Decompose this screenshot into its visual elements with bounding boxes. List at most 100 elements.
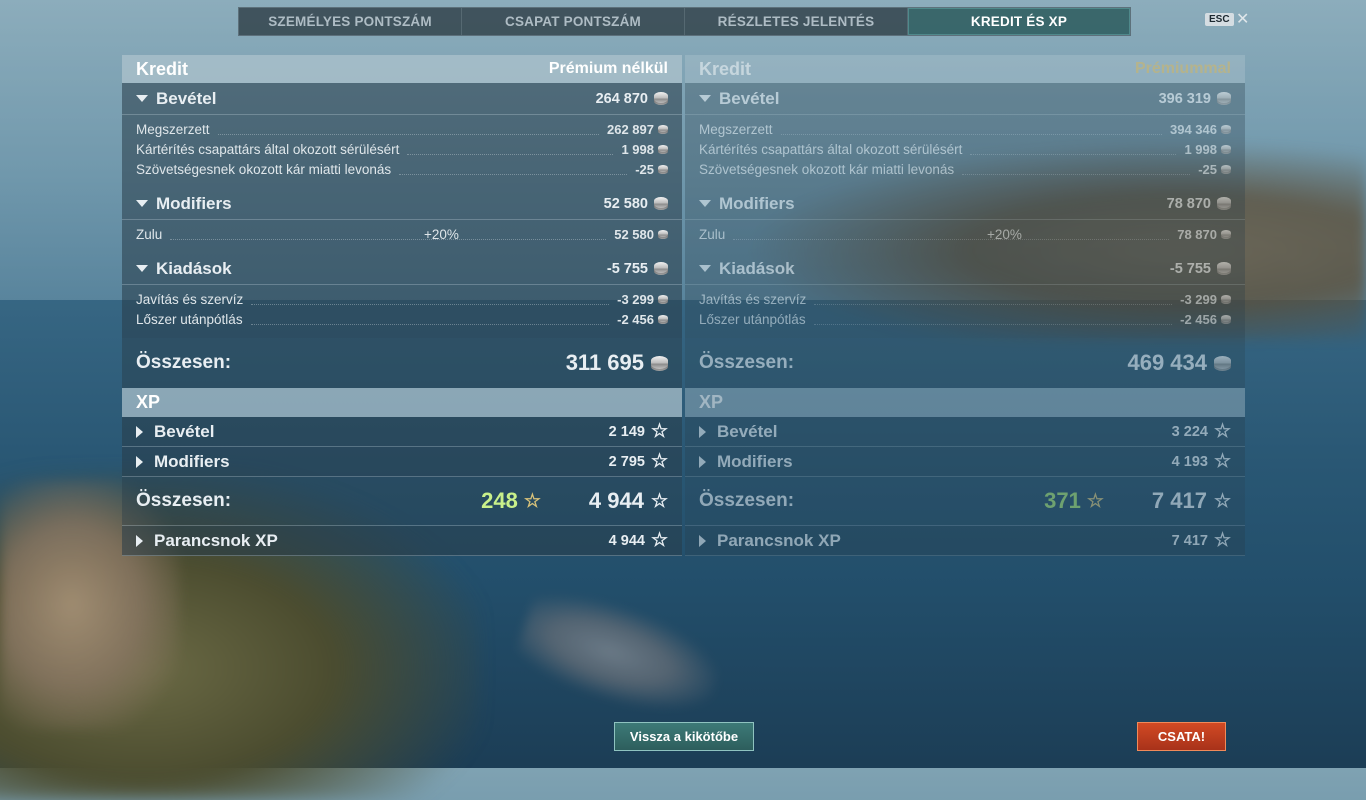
row-label: Szövetségesnek okozott kár miatti levoná… — [136, 161, 392, 177]
xp-header: XP — [685, 388, 1245, 417]
back-to-port-button[interactable]: Vissza a kikötőbe — [614, 722, 754, 751]
battle-button[interactable]: CSATA! — [1137, 722, 1226, 751]
row-label: Megszerzett — [136, 121, 210, 137]
background-ship — [510, 581, 730, 729]
collapse-triangle-icon — [699, 265, 711, 272]
tab-detailed-report[interactable]: RÉSZLETES JELENTÉS — [685, 8, 908, 35]
coin-icon — [1221, 294, 1231, 304]
income-value: 264 870 — [595, 90, 648, 107]
income-row: Megszerzett 394 346 — [685, 119, 1245, 139]
row-label: Kártérítés csapattárs által okozott sérü… — [699, 141, 963, 157]
xp-modifiers-value: 4 193 — [1171, 453, 1208, 470]
row-value: -2 456 — [1180, 311, 1217, 327]
credits-body: Bevétel 264 870 Megszerzett 262 897 Kárt… — [122, 83, 682, 338]
premium-label: Prémiummal — [1134, 60, 1231, 77]
expand-triangle-icon — [699, 425, 706, 438]
star-icon: ☆ — [1213, 421, 1231, 442]
coin-icon — [1217, 92, 1231, 105]
star-icon: ☆ — [1213, 530, 1231, 551]
esc-key-hint: ESC — [1205, 13, 1234, 26]
xp-modifiers-label: Modifiers — [717, 451, 793, 471]
collapse-triangle-icon — [136, 200, 148, 207]
income-row: Kártérítés csapattárs által okozott sérü… — [685, 139, 1245, 159]
row-value: 1 998 — [1184, 141, 1217, 157]
row-value: -3 299 — [617, 291, 654, 307]
xp-total-value: 4 944 — [588, 488, 644, 513]
tab-credits-xp[interactable]: KREDIT ÉS XP — [908, 8, 1130, 35]
xp-header-title: XP — [136, 392, 161, 412]
star-icon: ☆ — [650, 451, 668, 472]
modifiers-value: 78 870 — [1166, 195, 1211, 212]
coin-icon — [654, 197, 668, 210]
xp-income-label: Bevétel — [717, 421, 778, 441]
xp-income-value: 3 224 — [1171, 423, 1208, 440]
close-icon[interactable]: ✕ — [1236, 9, 1249, 29]
xp-header: XP — [122, 388, 682, 417]
row-value: 394 346 — [1170, 121, 1217, 137]
expand-triangle-icon — [699, 534, 706, 547]
row-label: Szövetségesnek okozott kár miatti levoná… — [699, 161, 955, 177]
total-value: 469 434 — [1127, 350, 1207, 375]
collapse-triangle-icon — [699, 200, 711, 207]
credits-total: Összesen: 469 434 — [685, 338, 1245, 388]
tab-personal-score[interactable]: SZEMÉLYES PONTSZÁM — [239, 8, 462, 35]
xp-total-value: 7 417 — [1151, 488, 1207, 513]
income-section[interactable]: Bevétel 396 319 — [685, 83, 1245, 115]
income-row: Megszerzett 262 897 — [122, 119, 682, 139]
income-row: Szövetségesnek okozott kár miatti levoná… — [685, 159, 1245, 179]
credits-panel-premium: Kredit Prémiummal Bevétel 396 319 Megsze… — [685, 55, 1245, 556]
commander-xp-label: Parancsnok XP — [717, 530, 841, 550]
xp-modifiers-section[interactable]: Modifiers 2 795 ☆ — [122, 447, 682, 477]
modifier-row: Zulu +20% 78 870 — [685, 224, 1245, 244]
collapse-triangle-icon — [699, 95, 711, 102]
expenses-label: Kiadások — [156, 258, 232, 278]
xp-income-section[interactable]: Bevétel 2 149 ☆ — [122, 417, 682, 447]
total-label: Összesen: — [699, 352, 795, 373]
star-icon: ☆ — [523, 490, 541, 512]
income-row: Szövetségesnek okozott kár miatti levoná… — [122, 159, 682, 179]
star-icon: ☆ — [650, 490, 668, 512]
commander-xp-section[interactable]: Parancsnok XP 7 417 ☆ — [685, 526, 1245, 556]
expense-row: Javítás és szervíz -3 299 — [122, 289, 682, 309]
modifiers-label: Modifiers — [156, 193, 232, 213]
expand-triangle-icon — [136, 534, 143, 547]
row-label: Lőszer utánpótlás — [699, 311, 806, 327]
coin-icon — [1217, 262, 1231, 275]
modifiers-section[interactable]: Modifiers 52 580 — [122, 188, 682, 220]
row-value: 78 870 — [1177, 226, 1217, 242]
xp-modifiers-section[interactable]: Modifiers 4 193 ☆ — [685, 447, 1245, 477]
expand-triangle-icon — [699, 455, 706, 468]
modifiers-label: Modifiers — [719, 193, 795, 213]
credits-header: Kredit Prémiummal — [685, 55, 1245, 83]
xp-total: Összesen: 248 ☆ 4 944 ☆ — [122, 477, 682, 526]
coin-icon — [1221, 314, 1231, 324]
commander-xp-label: Parancsnok XP — [154, 530, 278, 550]
row-label: Megszerzett — [699, 121, 773, 137]
modifier-percent: +20% — [987, 226, 1022, 242]
tab-team-score[interactable]: CSAPAT PONTSZÁM — [462, 8, 685, 35]
expenses-section[interactable]: Kiadások -5 755 — [685, 253, 1245, 285]
no-premium-label: Prémium nélkül — [548, 60, 668, 77]
income-row: Kártérítés csapattárs által okozott sérü… — [122, 139, 682, 159]
row-value: -25 — [635, 161, 654, 177]
modifier-row: Zulu +20% 52 580 — [122, 224, 682, 244]
row-label: Javítás és szervíz — [699, 291, 807, 307]
row-value: 1 998 — [621, 141, 654, 157]
star-icon: ☆ — [650, 421, 668, 442]
credits-header-title: Kredit — [136, 58, 189, 79]
commander-xp-section[interactable]: Parancsnok XP 4 944 ☆ — [122, 526, 682, 556]
modifiers-section[interactable]: Modifiers 78 870 — [685, 188, 1245, 220]
credits-header: Kredit Prémium nélkül — [122, 55, 682, 83]
coin-icon — [1221, 124, 1231, 134]
coin-icon — [1221, 164, 1231, 174]
row-value: -25 — [1198, 161, 1217, 177]
expand-triangle-icon — [136, 455, 143, 468]
expenses-section[interactable]: Kiadások -5 755 — [122, 253, 682, 285]
expense-row: Javítás és szervíz -3 299 — [685, 289, 1245, 309]
xp-income-section[interactable]: Bevétel 3 224 ☆ — [685, 417, 1245, 447]
star-icon: ☆ — [650, 530, 668, 551]
collapse-triangle-icon — [136, 265, 148, 272]
credits-total: Összesen: 311 695 — [122, 338, 682, 388]
income-section[interactable]: Bevétel 264 870 — [122, 83, 682, 115]
coin-icon — [1221, 229, 1231, 239]
